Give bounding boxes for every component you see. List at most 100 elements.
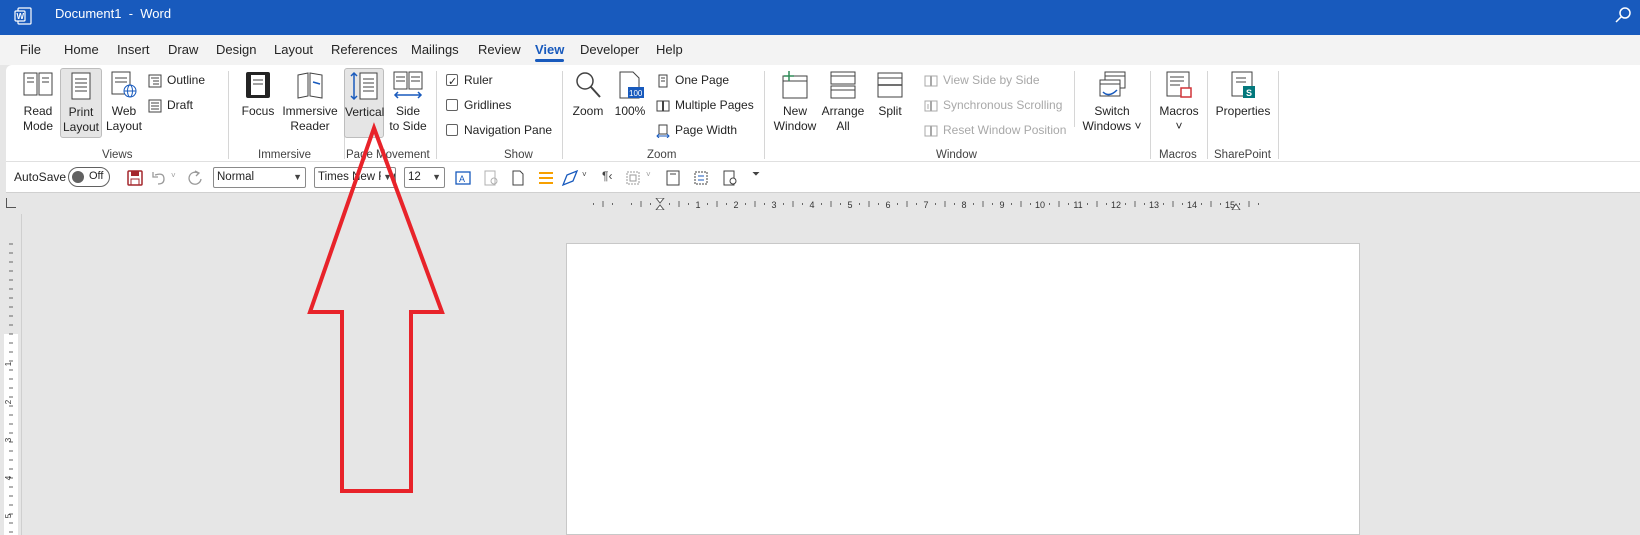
group-objects-icon[interactable]	[624, 169, 642, 187]
reset-window-position-button[interactable]: Reset Window Position	[924, 120, 1066, 140]
undo-icon[interactable]	[150, 169, 168, 187]
switch-windows-icon	[1099, 71, 1126, 97]
new-window-button[interactable]: New Window	[772, 68, 818, 138]
tab-review[interactable]: Review	[478, 42, 521, 57]
pilcrow-icon[interactable]: ¶‹	[602, 169, 612, 183]
word-icon[interactable]: W	[14, 7, 32, 25]
tab-file[interactable]: File	[20, 42, 41, 57]
tab-selector-icon[interactable]	[6, 198, 16, 208]
font-size-select[interactable]: 12 ▼	[404, 167, 445, 188]
page-movement-group-label: Page Movement	[346, 149, 430, 161]
reset-window-position-icon	[924, 125, 938, 137]
macros-button[interactable]: Macros ˅	[1156, 68, 1202, 138]
tab-home[interactable]: Home	[64, 42, 99, 57]
ruler-mark: 5	[4, 513, 13, 518]
tab-references[interactable]: References	[331, 42, 397, 57]
synchronous-scrolling-button[interactable]: Synchronous Scrolling	[924, 95, 1062, 115]
ruler-mark: 2	[733, 200, 738, 210]
separator	[1074, 71, 1075, 127]
tab-help[interactable]: Help	[656, 42, 683, 57]
customize-toolbar-icon[interactable]: ⏷	[752, 169, 760, 180]
immersive-reader-button[interactable]: Immersive Reader	[280, 68, 340, 138]
multiple-pages-button[interactable]: Multiple Pages	[656, 95, 754, 115]
ruler-mark: 12	[1111, 200, 1121, 210]
undo-dropdown-icon[interactable]: ˅	[171, 171, 176, 180]
gridlines-check-icon	[446, 99, 458, 111]
side-to-side-button[interactable]: Side to Side	[388, 68, 428, 138]
tab-layout[interactable]: Layout	[274, 42, 313, 57]
page-icon[interactable]	[664, 169, 682, 187]
focus-button[interactable]: Focus	[238, 68, 278, 138]
ruler-checkbox[interactable]: Ruler	[446, 70, 493, 92]
gridlines-checkbox[interactable]: Gridlines	[446, 95, 511, 115]
tab-view[interactable]: View	[535, 42, 565, 62]
zoom-button[interactable]: Zoom	[568, 68, 608, 138]
print-layout-icon	[71, 72, 91, 100]
redo-icon[interactable]	[186, 169, 204, 187]
zoom-100-button[interactable]: 100 100%	[610, 68, 650, 138]
svg-text:100: 100	[629, 89, 643, 98]
document-page[interactable]	[566, 243, 1360, 535]
tab-draw[interactable]: Draw	[168, 42, 198, 57]
outline-icon	[148, 74, 162, 88]
page-width-button[interactable]: Page Width	[656, 120, 737, 140]
one-page-button[interactable]: One Page	[656, 70, 729, 90]
draw-pen-icon[interactable]	[561, 169, 579, 187]
view-side-by-side-button[interactable]: View Side by Side	[924, 70, 1040, 90]
ruler-mark: 9	[999, 200, 1004, 210]
style-select[interactable]: Normal ▼	[213, 167, 306, 188]
autosave-label: AutoSave	[14, 170, 67, 184]
svg-text:A: A	[459, 174, 465, 184]
chevron-down-icon[interactable]: ˅	[582, 170, 587, 179]
ruler-mark: 11	[1073, 200, 1082, 210]
macros-group-label: Macros	[1159, 149, 1197, 161]
ruler-mark: 8	[961, 200, 966, 210]
document-properties-icon[interactable]	[482, 169, 500, 187]
navigation-pane-check-icon	[446, 124, 458, 136]
vertical-button[interactable]: Vertical	[344, 68, 384, 138]
quick-access-toolbar: AutoSave Off ˅ Normal▼ Times New Roman▼ …	[6, 161, 1640, 193]
title-bar: W Document1 - Word	[0, 0, 1640, 35]
split-button[interactable]: Split	[870, 68, 910, 138]
show-group-label: Show	[504, 149, 533, 161]
print-preview-icon[interactable]	[721, 169, 739, 187]
search-icon[interactable]	[1612, 5, 1634, 27]
indent-marker	[655, 198, 665, 210]
read-mode-icon	[23, 72, 53, 96]
immersive-group-label: Immersive	[258, 149, 312, 161]
horizontal-ruler[interactable]: 1 2 3 4 5 6 7 8 9 10 11 12 13 14 15	[564, 198, 1360, 210]
page-width-icon	[656, 124, 670, 139]
separator	[764, 71, 765, 159]
print-layout-button[interactable]: Print Layout	[60, 68, 102, 138]
new-document-icon[interactable]	[509, 169, 527, 187]
save-icon[interactable]	[126, 169, 144, 187]
web-layout-button[interactable]: Web Layout	[104, 68, 144, 138]
tab-design[interactable]: Design	[216, 42, 256, 57]
zoom-100-icon: 100	[619, 71, 644, 99]
outline-button[interactable]: Outline	[148, 70, 205, 90]
arrange-all-button[interactable]: Arrange All	[820, 68, 866, 138]
ruler-mark: 1	[4, 361, 13, 366]
format-painter-icon[interactable]	[537, 169, 555, 187]
svg-text:W: W	[17, 12, 25, 21]
text-box-icon[interactable]: A	[454, 169, 472, 187]
font-select[interactable]: Times New Roman▼	[314, 167, 396, 188]
window-group-label: Window	[936, 149, 977, 161]
autosave-toggle[interactable]: Off	[68, 167, 110, 187]
separator	[228, 71, 229, 159]
tab-insert[interactable]: Insert	[117, 42, 150, 57]
select-all-icon[interactable]	[692, 169, 710, 187]
draft-button[interactable]: Draft	[148, 95, 193, 115]
ruler-mark: 6	[885, 200, 890, 210]
switch-windows-button[interactable]: Switch Windows ˅	[1080, 68, 1144, 138]
chevron-down-icon[interactable]: ˅	[646, 170, 651, 179]
properties-button[interactable]: S Properties	[1214, 68, 1272, 138]
read-mode-button[interactable]: Read Mode	[14, 68, 62, 138]
chevron-down-icon: ▼	[293, 172, 302, 182]
tab-mailings[interactable]: Mailings	[411, 42, 459, 57]
autosave-state: Off	[89, 170, 104, 182]
vertical-ruler[interactable]: 1 2 3 4 5	[0, 214, 22, 535]
ruler-row: 1 2 3 4 5 6 7 8 9 10 11 12 13 14 15	[0, 194, 1640, 214]
navigation-pane-checkbox[interactable]: Navigation Pane	[446, 120, 552, 140]
tab-developer[interactable]: Developer	[580, 42, 639, 57]
